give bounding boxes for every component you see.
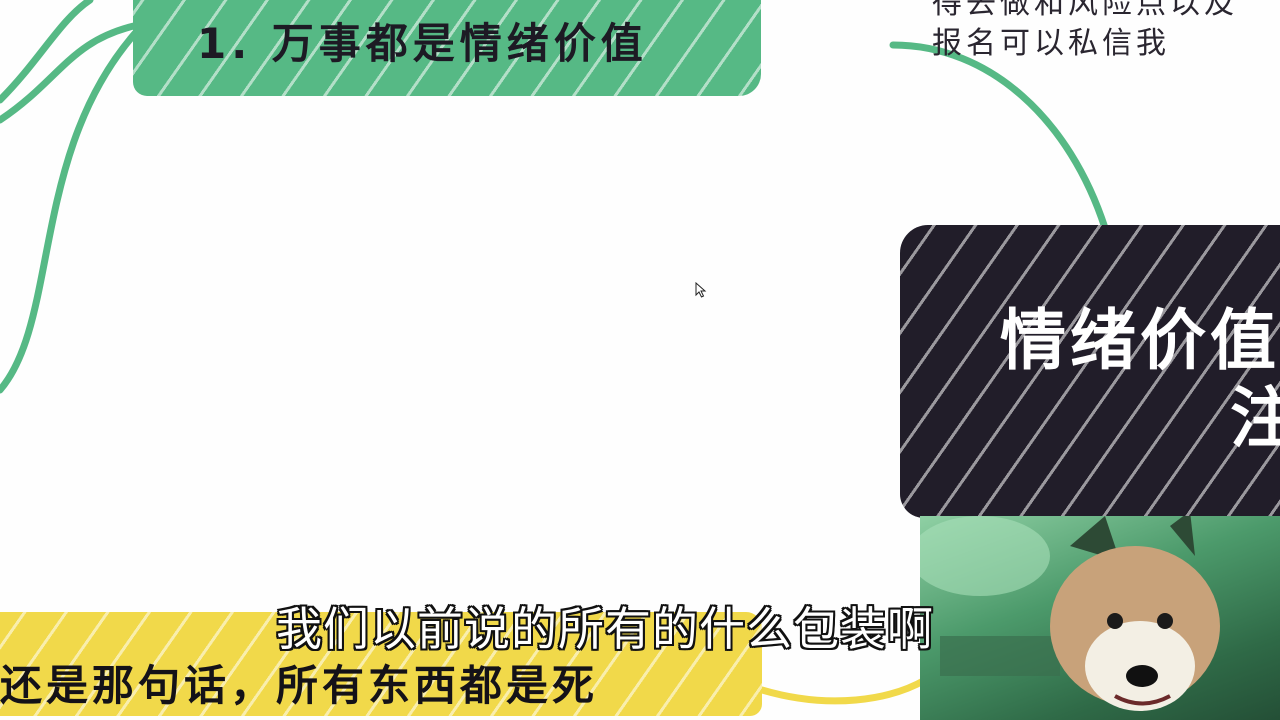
central-node-subtitle: 注 bbox=[1230, 380, 1280, 457]
shiba-dog-photo bbox=[920, 516, 1280, 720]
topic-node-label: 1. 万事都是情绪价值 bbox=[197, 19, 648, 68]
topic-node-label: 还是那句话，所有东西都是死 bbox=[0, 661, 599, 710]
video-subtitle: 我们以前说的所有的什么包装啊 bbox=[276, 602, 934, 656]
connector-bottom-yellow bbox=[758, 676, 929, 705]
connector-top-right bbox=[889, 41, 1109, 232]
shiba-dog-illustration bbox=[920, 516, 1220, 711]
note-text-top-right: 得去做和风险点以及 报名可以私信我 bbox=[932, 0, 1280, 64]
central-node-dark[interactable]: 情绪价值 注 bbox=[900, 225, 1280, 518]
topic-node-green[interactable]: 1. 万事都是情绪价值 bbox=[133, 0, 761, 96]
note-line-1: 得去做和风险点以及 bbox=[932, 0, 1238, 21]
mouse-cursor-icon bbox=[695, 282, 707, 298]
note-line-2: 报名可以私信我 bbox=[932, 26, 1170, 61]
connector-left-lower bbox=[0, 26, 142, 394]
